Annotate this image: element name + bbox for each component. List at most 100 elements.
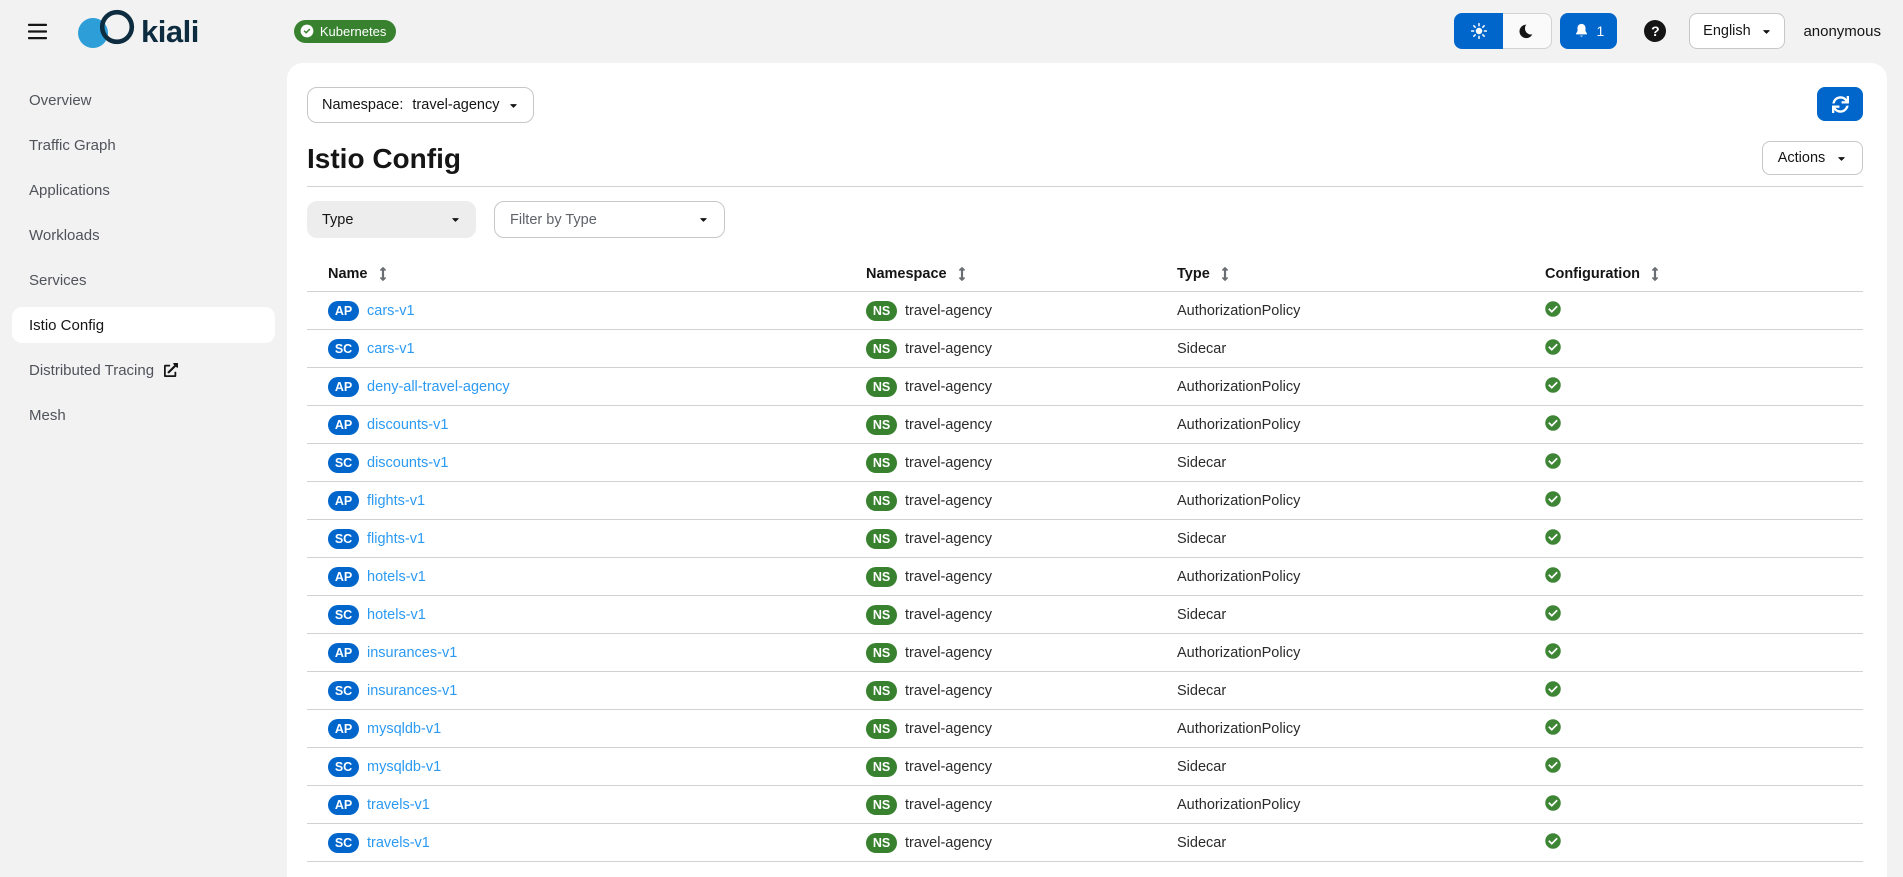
kiali-logo: kiali <box>76 8 199 54</box>
table-row: SC flights-v1 NS travel-agency Sidecar <box>307 520 1863 558</box>
actions-dropdown-button[interactable]: Actions <box>1762 141 1863 175</box>
object-type-badge: SC <box>328 681 359 701</box>
type-value: Sidecar <box>1177 824 1545 862</box>
sidebar-item-label: Distributed Tracing <box>29 362 154 379</box>
namespace-badge: NS <box>866 833 897 853</box>
sidebar-item-workloads[interactable]: Workloads <box>12 217 275 253</box>
namespace-value: travel-agency <box>905 417 992 433</box>
namespace-badge: NS <box>866 453 897 473</box>
sort-icon[interactable] <box>1651 267 1659 281</box>
namespace-badge: NS <box>866 301 897 321</box>
namespace-value: travel-agency <box>905 683 992 699</box>
sidebar-item-distributed-tracing[interactable]: Distributed Tracing <box>12 352 275 388</box>
column-header-configuration: Configuration <box>1545 266 1863 292</box>
sort-icon[interactable] <box>958 267 966 281</box>
type-value: Sidecar <box>1177 330 1545 368</box>
config-name-link[interactable]: discounts-v1 <box>367 417 448 433</box>
config-name-link[interactable]: mysqldb-v1 <box>367 721 441 737</box>
column-header-type: Type <box>1177 266 1545 292</box>
object-type-badge: SC <box>328 453 359 473</box>
namespace-value: travel-agency <box>905 341 992 357</box>
config-name-link[interactable]: flights-v1 <box>367 531 425 547</box>
hamburger-icon <box>28 23 47 40</box>
actions-label: Actions <box>1778 150 1826 166</box>
config-valid-icon <box>1545 757 1561 773</box>
title-divider <box>307 186 1863 187</box>
sort-icon[interactable] <box>1221 267 1229 281</box>
sidebar-item-services[interactable]: Services <box>12 262 275 298</box>
question-icon: ? <box>1651 24 1660 38</box>
language-select[interactable]: English <box>1689 13 1785 49</box>
type-value: AuthorizationPolicy <box>1177 558 1545 596</box>
sidebar-item-istio-config[interactable]: Istio Config <box>12 307 275 343</box>
config-valid-icon <box>1545 605 1561 621</box>
object-type-badge: SC <box>328 757 359 777</box>
namespace-badge: NS <box>866 795 897 815</box>
istio-config-table: Name Namespace Type Configuration <box>307 266 1863 862</box>
table-row: AP discounts-v1 NS travel-agency Authori… <box>307 406 1863 444</box>
namespace-badge: NS <box>866 757 897 777</box>
theme-toggle <box>1454 13 1552 49</box>
menu-toggle-button[interactable] <box>24 18 50 44</box>
notifications-button[interactable]: 1 <box>1560 13 1617 49</box>
sun-icon <box>1470 22 1488 40</box>
config-name-link[interactable]: insurances-v1 <box>367 683 457 699</box>
config-valid-icon <box>1545 643 1561 659</box>
object-type-badge: SC <box>328 529 359 549</box>
table-row: AP travels-v1 NS travel-agency Authoriza… <box>307 786 1863 824</box>
config-name-link[interactable]: travels-v1 <box>367 835 430 851</box>
namespace-value: travel-agency <box>905 379 992 395</box>
object-type-badge: SC <box>328 833 359 853</box>
sidebar-item-applications[interactable]: Applications <box>12 172 275 208</box>
sidebar-item-traffic-graph[interactable]: Traffic Graph <box>12 127 275 163</box>
chevron-down-icon <box>508 100 519 111</box>
filter-category-label: Type <box>322 212 353 228</box>
masthead: kiali Kubernetes <box>0 0 1903 62</box>
type-value: AuthorizationPolicy <box>1177 710 1545 748</box>
cluster-badge-label: Kubernetes <box>320 24 387 39</box>
namespace-value: travel-agency <box>905 759 992 775</box>
namespace-badge: NS <box>866 605 897 625</box>
user-name: anonymous <box>1803 23 1881 40</box>
light-theme-button[interactable] <box>1454 13 1503 49</box>
config-name-link[interactable]: cars-v1 <box>367 341 415 357</box>
config-valid-icon <box>1545 719 1561 735</box>
table-row: AP cars-v1 NS travel-agency Authorizatio… <box>307 292 1863 330</box>
bell-icon <box>1574 23 1589 39</box>
dark-theme-button[interactable] <box>1503 13 1552 49</box>
config-name-link[interactable]: deny-all-travel-agency <box>367 379 510 395</box>
config-valid-icon <box>1545 339 1561 355</box>
refresh-button[interactable] <box>1817 87 1863 121</box>
config-name-link[interactable]: travels-v1 <box>367 797 430 813</box>
config-name-link[interactable]: discounts-v1 <box>367 455 448 471</box>
sort-icon[interactable] <box>379 267 387 281</box>
help-button[interactable]: ? <box>1644 20 1666 42</box>
type-value: AuthorizationPolicy <box>1177 634 1545 672</box>
chevron-down-icon <box>450 214 461 225</box>
object-type-badge: AP <box>328 795 359 815</box>
type-value: AuthorizationPolicy <box>1177 406 1545 444</box>
table-row: SC insurances-v1 NS travel-agency Sideca… <box>307 672 1863 710</box>
filter-category-select[interactable]: Type <box>307 201 476 238</box>
config-name-link[interactable]: cars-v1 <box>367 303 415 319</box>
config-name-link[interactable]: hotels-v1 <box>367 607 426 623</box>
namespace-select[interactable]: Namespace: travel-agency <box>307 87 534 123</box>
sidebar-item-label: Traffic Graph <box>29 137 116 154</box>
filter-by-type-select[interactable]: Filter by Type <box>494 201 725 238</box>
config-name-link[interactable]: mysqldb-v1 <box>367 759 441 775</box>
table-row: SC cars-v1 NS travel-agency Sidecar <box>307 330 1863 368</box>
config-name-link[interactable]: insurances-v1 <box>367 645 457 661</box>
sidebar-item-mesh[interactable]: Mesh <box>12 397 275 433</box>
sidebar-item-label: Workloads <box>29 227 100 244</box>
table-row: SC hotels-v1 NS travel-agency Sidecar <box>307 596 1863 634</box>
main-content: Namespace: travel-agency Istio Config Ac… <box>287 63 1887 877</box>
namespace-badge: NS <box>866 643 897 663</box>
config-name-link[interactable]: flights-v1 <box>367 493 425 509</box>
namespace-badge: NS <box>866 377 897 397</box>
namespace-value: travel-agency <box>905 797 992 813</box>
sidebar-item-overview[interactable]: Overview <box>12 82 275 118</box>
namespace-value: travel-agency <box>905 607 992 623</box>
namespace-badge: NS <box>866 719 897 739</box>
object-type-badge: AP <box>328 301 359 321</box>
config-name-link[interactable]: hotels-v1 <box>367 569 426 585</box>
